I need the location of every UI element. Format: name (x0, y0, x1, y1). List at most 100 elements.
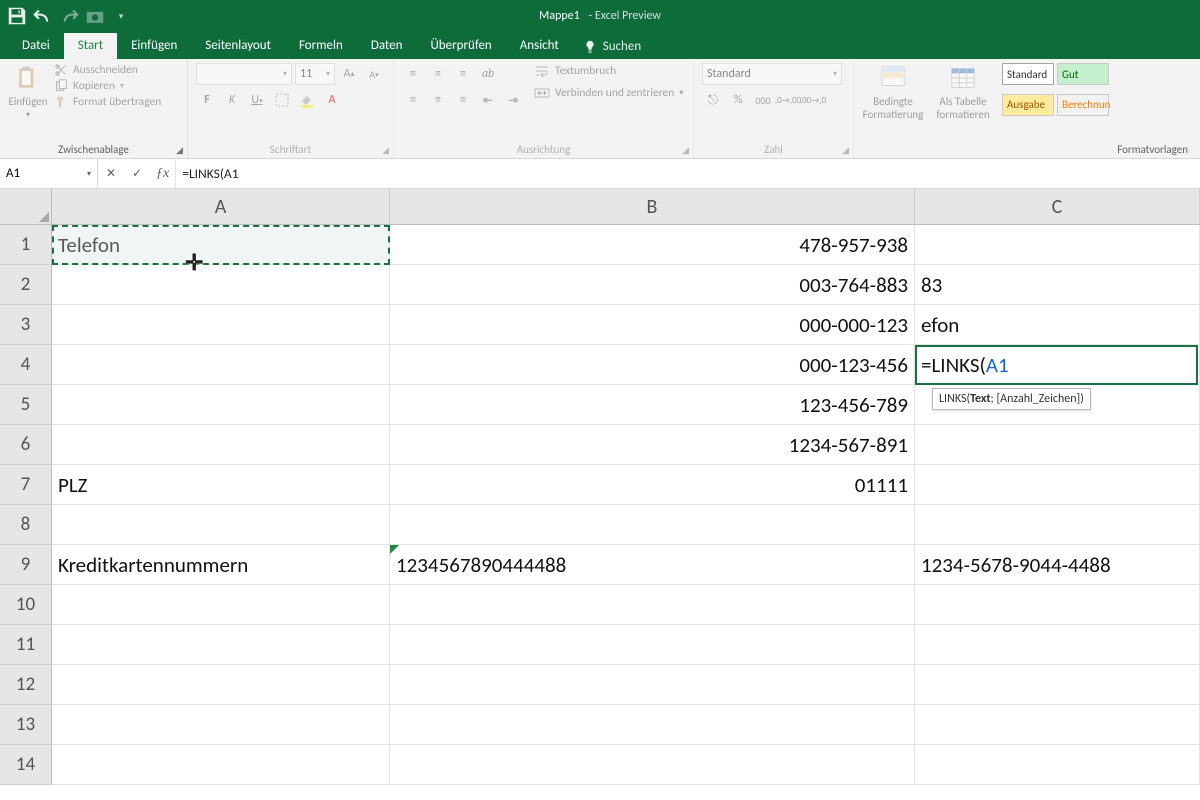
cell-c1[interactable] (915, 225, 1200, 265)
italic-button[interactable]: K (221, 89, 243, 111)
redo-icon[interactable] (58, 5, 80, 27)
tab-seitenlayout[interactable]: Seitenlayout (191, 33, 285, 59)
accounting-button[interactable]: ⎋ (702, 89, 724, 111)
align-bottom-button[interactable]: ≡ (452, 63, 474, 85)
cell-c2[interactable]: 83 (915, 265, 1200, 305)
align-top-button[interactable]: ≡ (402, 63, 424, 85)
launcher-icon[interactable]: ◢ (682, 145, 689, 156)
formula-input[interactable]: =LINKS(A1 (176, 159, 1200, 188)
col-header-a[interactable]: A (52, 189, 390, 225)
cell-b4[interactable]: 000-123-456 (390, 345, 915, 385)
cell-b13[interactable] (390, 705, 915, 745)
percent-button[interactable]: % (727, 89, 749, 111)
worksheet-grid[interactable]: ABC 1234567891011121314 Telefon478-957-9… (0, 189, 1200, 800)
tell-me-search[interactable]: Suchen (573, 34, 651, 59)
cell-b7[interactable]: 01111 (390, 465, 915, 505)
row-header-8[interactable]: 8 (0, 505, 52, 545)
launcher-icon[interactable]: ◢ (382, 145, 389, 156)
row-header-6[interactable]: 6 (0, 425, 52, 465)
name-box[interactable]: A1▾ (0, 159, 98, 188)
cell-b12[interactable] (390, 665, 915, 705)
tab-daten[interactable]: Daten (357, 33, 417, 59)
cell-c13[interactable] (915, 705, 1200, 745)
font-name-select[interactable]: ▾ (196, 63, 292, 85)
select-all-corner[interactable] (0, 189, 52, 225)
cell-c14[interactable] (915, 745, 1200, 785)
row-header-13[interactable]: 13 (0, 705, 52, 745)
copy-button[interactable]: Kopieren ▾ (54, 79, 161, 93)
cell-b9[interactable]: 1234567890444488 (390, 545, 915, 585)
shrink-font-button[interactable]: A▾ (363, 63, 385, 85)
cell-a14[interactable] (52, 745, 390, 785)
cell-a8[interactable] (52, 505, 390, 545)
fx-icon[interactable]: ƒx (150, 166, 175, 182)
decrease-indent-button[interactable]: ⇤ (477, 89, 499, 111)
tab-start[interactable]: Start (64, 33, 117, 59)
align-left-button[interactable]: ≡ (402, 89, 424, 111)
style-gut[interactable]: Gut (1057, 63, 1109, 85)
cell-a4[interactable] (52, 345, 390, 385)
row-header-10[interactable]: 10 (0, 585, 52, 625)
cell-b14[interactable] (390, 745, 915, 785)
row-header-3[interactable]: 3 (0, 305, 52, 345)
cell-b3[interactable]: 000-000-123 (390, 305, 915, 345)
bold-button[interactable]: F (196, 89, 218, 111)
col-header-b[interactable]: B (390, 189, 915, 225)
row-header-5[interactable]: 5 (0, 385, 52, 425)
row-header-14[interactable]: 14 (0, 745, 52, 785)
align-middle-button[interactable]: ≡ (427, 63, 449, 85)
cell-a3[interactable] (52, 305, 390, 345)
underline-button[interactable]: U▾ (246, 89, 268, 111)
tab-formeln[interactable]: Formeln (285, 33, 357, 59)
cell-b6[interactable]: 1234-567-891 (390, 425, 915, 465)
camera-icon[interactable] (84, 5, 106, 27)
undo-icon[interactable] (32, 5, 54, 27)
merge-center-button[interactable]: Verbinden und zentrieren▾ (534, 85, 683, 101)
conditional-formatting-button[interactable]: Bedingte Formatierung (862, 63, 924, 121)
font-color-button[interactable]: A (321, 89, 343, 111)
cell-c12[interactable] (915, 665, 1200, 705)
cell-b5[interactable]: 123-456-789 (390, 385, 915, 425)
qat-customize-icon[interactable]: ▾ (110, 5, 132, 27)
row-header-7[interactable]: 7 (0, 465, 52, 505)
launcher-icon[interactable]: ◢ (842, 145, 849, 156)
cancel-formula-button[interactable]: ✕ (98, 159, 124, 188)
borders-button[interactable] (271, 89, 293, 111)
cell-a5[interactable] (52, 385, 390, 425)
cell-c11[interactable] (915, 625, 1200, 665)
style-standard[interactable]: Standard (1002, 63, 1054, 85)
wrap-text-button[interactable]: Textumbruch (534, 63, 683, 79)
col-header-c[interactable]: C (915, 189, 1200, 225)
cell-c10[interactable] (915, 585, 1200, 625)
cell-a11[interactable] (52, 625, 390, 665)
paste-button[interactable]: Einfügen ▾ (8, 63, 48, 120)
cell-a6[interactable] (52, 425, 390, 465)
cell-c7[interactable] (915, 465, 1200, 505)
tab-datei[interactable]: Datei (8, 33, 64, 59)
cell-c9[interactable]: 1234-5678-9044-4488 (915, 545, 1200, 585)
increase-decimal-button[interactable]: ,0→,00 (777, 89, 799, 111)
cell-a13[interactable] (52, 705, 390, 745)
enter-formula-button[interactable]: ✓ (124, 159, 150, 188)
cell-b1[interactable]: 478-957-938 (390, 225, 915, 265)
cell-b8[interactable] (390, 505, 915, 545)
cell-a10[interactable] (52, 585, 390, 625)
format-painter-button[interactable]: Format übertragen (54, 95, 161, 109)
decrease-decimal-button[interactable]: ,00→,0 (802, 89, 824, 111)
cell-c3[interactable]: efon (915, 305, 1200, 345)
style-berechnung[interactable]: Berechnun (1057, 94, 1109, 116)
format-as-table-button[interactable]: Als Tabelle formatieren (932, 63, 994, 121)
comma-button[interactable]: 000 (752, 89, 774, 111)
cell-b10[interactable] (390, 585, 915, 625)
row-header-1[interactable]: 1 (0, 225, 52, 265)
cell-a7[interactable]: PLZ (52, 465, 390, 505)
cell-a12[interactable] (52, 665, 390, 705)
cell-a2[interactable] (52, 265, 390, 305)
cell-a1[interactable]: Telefon (52, 225, 390, 265)
row-header-4[interactable]: 4 (0, 345, 52, 385)
row-header-11[interactable]: 11 (0, 625, 52, 665)
align-center-button[interactable]: ≡ (427, 89, 449, 111)
cell-c8[interactable] (915, 505, 1200, 545)
cell-a9[interactable]: Kreditkartennummern (52, 545, 390, 585)
row-header-12[interactable]: 12 (0, 665, 52, 705)
